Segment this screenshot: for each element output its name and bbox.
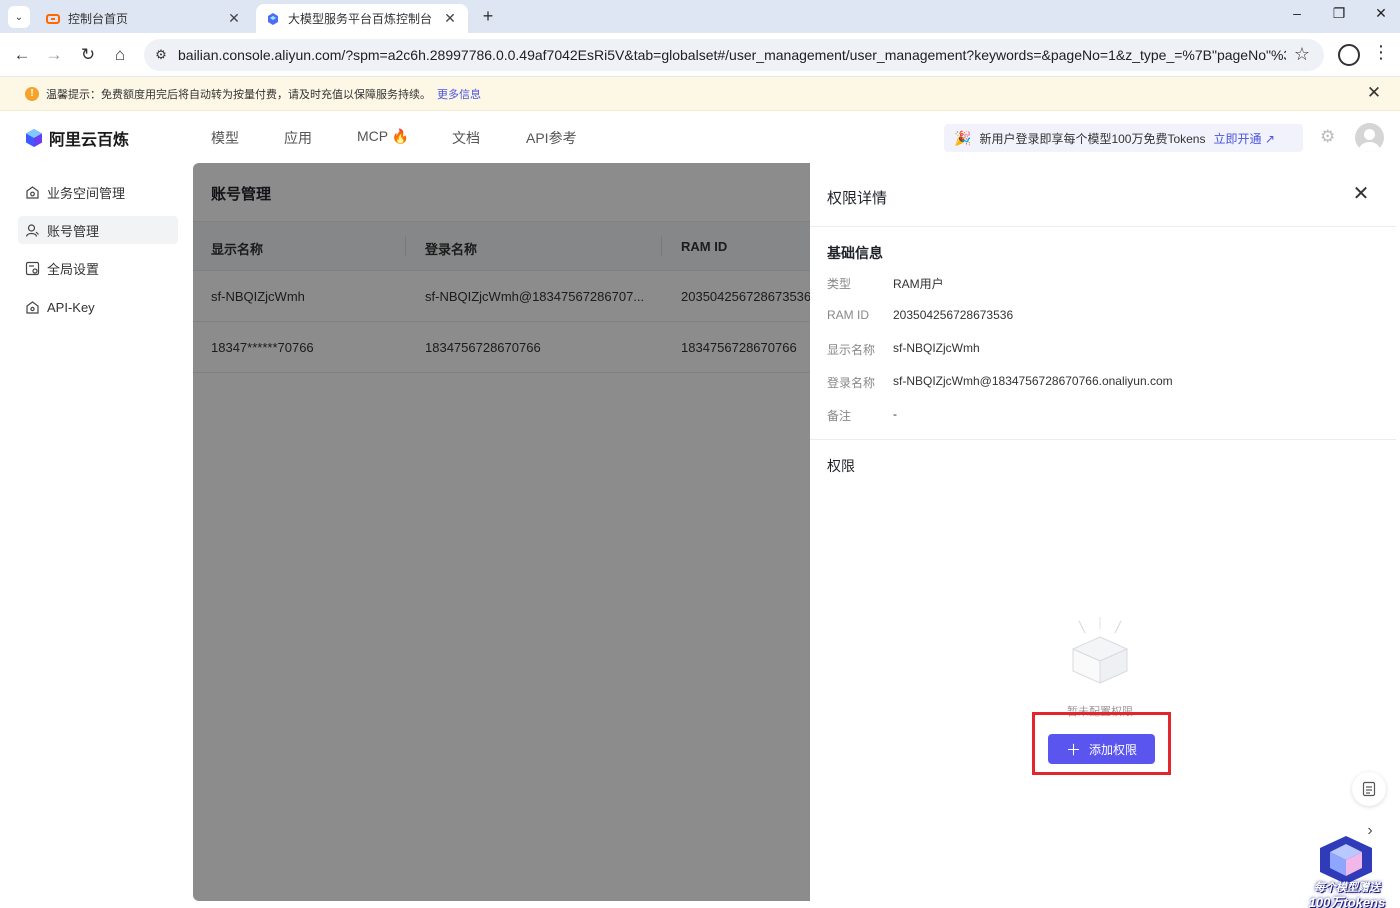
browser-tab-bailian-console[interactable]: 大模型服务平台百炼控制台 ✕	[256, 4, 468, 33]
settings-icon	[25, 261, 40, 275]
browser-tab-bar: ⌄ 控制台首页 ✕ 大模型服务平台百炼控制台 ✕ + – ❐ ✕	[0, 0, 1400, 33]
promo-activate-link[interactable]: 立即开通 ↗	[1213, 130, 1274, 147]
tab-title: 大模型服务平台百炼控制台	[288, 12, 433, 26]
sidebar-item-global-settings[interactable]: 全局设置	[18, 254, 178, 282]
field-label-display-name: 显示名称	[827, 343, 876, 357]
badge-text-line2: 100万tokens	[1308, 895, 1386, 908]
warning-icon: !	[25, 87, 39, 101]
address-bar[interactable]: ⚙ bailian.console.aliyun.com/?spm=a2c6h.…	[144, 39, 1324, 71]
document-icon	[1362, 781, 1376, 797]
gift-cube-icon	[1320, 836, 1372, 884]
bailian-logo-icon	[26, 129, 42, 147]
nav-mcp-label: MCP	[357, 128, 388, 144]
nav-docs[interactable]: 文档	[452, 128, 480, 148]
external-link-icon: ↗	[1264, 131, 1275, 146]
divider	[810, 439, 1396, 440]
floating-document-button[interactable]	[1352, 772, 1386, 806]
field-label-type: 类型	[827, 277, 852, 291]
back-arrow-icon[interactable]: ←	[10, 43, 34, 67]
tab-search-chevron-icon[interactable]: ⌄	[8, 6, 30, 28]
sidebar-item-label: 全局设置	[47, 261, 100, 277]
minimize-button[interactable]: –	[1283, 5, 1311, 21]
sidebar-item-workspace[interactable]: 业务空间管理	[18, 178, 178, 206]
notice-message: 温馨提示：免费额度用完后将自动转为按量付费，请及时充值以保障服务持续。 更多信息	[46, 86, 481, 102]
sidebar: 业务空间管理 账号管理 全局设置 API-Key	[0, 163, 192, 908]
divider	[810, 226, 1396, 227]
bookmark-star-icon[interactable]: ☆	[1294, 44, 1310, 65]
home-icon[interactable]: ⌂	[108, 43, 132, 67]
browser-profile-icon[interactable]	[1338, 44, 1360, 66]
promo-link-label: 立即开通	[1213, 131, 1262, 146]
user-icon	[25, 223, 39, 237]
add-permission-label: 添加权限	[1089, 742, 1138, 757]
url-text[interactable]: bailian.console.aliyun.com/?spm=a2c6h.28…	[178, 47, 1286, 63]
restore-button[interactable]: ❐	[1325, 5, 1353, 22]
field-label-remark: 备注	[827, 409, 852, 423]
nav-models[interactable]: 模型	[211, 128, 239, 148]
notice-bar: ! 温馨提示：免费额度用完后将自动转为按量付费，请及时充值以保障服务持续。 更多信…	[0, 77, 1400, 111]
nav-api-reference[interactable]: API参考	[526, 128, 577, 148]
new-tab-button[interactable]: +	[478, 6, 498, 27]
key-icon	[26, 300, 39, 314]
sidebar-item-label: API-Key	[47, 299, 95, 315]
sidebar-item-label: 业务空间管理	[47, 185, 126, 201]
promo-banner[interactable]: 🎉 新用户登录即享每个模型100万免费Tokens 立即开通 ↗	[944, 124, 1303, 152]
field-value-login-name: sf-NBQIZjcWmh@1834756728670766.onaliyun.…	[893, 374, 1173, 388]
reload-icon[interactable]: ↻	[76, 43, 100, 67]
drawer-title: 权限详情	[827, 190, 888, 207]
basic-info-title: 基础信息	[827, 245, 883, 261]
user-avatar[interactable]	[1355, 123, 1384, 152]
promo-text: 新用户登录即享每个模型100万免费Tokens	[979, 131, 1206, 146]
site-info-icon[interactable]: ⚙	[152, 46, 170, 64]
field-value-remark: -	[893, 407, 897, 421]
fire-icon: 🔥	[391, 128, 410, 144]
forward-arrow-icon[interactable]: →	[42, 43, 66, 67]
browser-tab-console-home[interactable]: 控制台首页 ✕	[36, 4, 252, 33]
aliyun-favicon-icon	[46, 13, 60, 24]
field-value-type: RAM用户	[893, 277, 944, 291]
nav-apps[interactable]: 应用	[284, 128, 312, 148]
field-label-ram-id: RAM ID	[827, 308, 869, 322]
app-header: 阿里云百炼 模型 应用 MCP 🔥 文档 API参考 🎉 新用户登录即享每个模型…	[0, 111, 1400, 163]
notice-close-icon[interactable]: ✕	[1365, 83, 1383, 103]
logo-text: 阿里云百炼	[49, 132, 130, 149]
notice-text: 温馨提示：免费额度用完后将自动转为按量付费，请及时充值以保障服务持续。	[46, 89, 431, 101]
tab-title: 控制台首页	[68, 12, 129, 26]
field-value-ram-id: 203504256728673536	[893, 308, 1014, 322]
drawer-close-icon[interactable]: ✕	[1350, 183, 1372, 205]
window-close-button[interactable]: ✕	[1367, 5, 1395, 22]
permission-detail-drawer: 权限详情 ✕ 基础信息 类型 RAM用户 RAM ID 203504256728…	[810, 163, 1396, 908]
tab-close-icon[interactable]: ✕	[442, 10, 458, 27]
browser-menu-icon[interactable]: ⋮	[1372, 42, 1390, 63]
permission-section-title: 权限	[827, 458, 855, 474]
sidebar-item-label: 账号管理	[47, 223, 100, 239]
settings-gear-icon[interactable]: ⚙	[1320, 127, 1335, 147]
add-permission-button[interactable]: ＋ 添加权限	[1048, 734, 1155, 764]
party-popper-icon: 🎉	[954, 129, 972, 146]
free-tokens-badge[interactable]: 每个模型赠送 100万tokens	[1302, 832, 1392, 908]
sidebar-item-account[interactable]: 账号管理	[18, 216, 178, 244]
workspace-icon	[26, 185, 39, 199]
sidebar-item-api-key[interactable]: API-Key	[18, 293, 178, 321]
field-value-display-name: sf-NBQIZjcWmh	[893, 341, 980, 355]
bailian-favicon-icon	[268, 12, 278, 25]
field-label-login-name: 登录名称	[827, 376, 876, 390]
plus-icon: ＋	[1065, 741, 1081, 759]
nav-mcp[interactable]: MCP 🔥	[357, 128, 409, 145]
notice-more-link[interactable]: 更多信息	[437, 89, 481, 101]
drawer-overlay-mask[interactable]	[193, 163, 810, 901]
empty-box-icon	[1071, 617, 1129, 684]
browser-toolbar: ← → ↻ ⌂ ⚙ bailian.console.aliyun.com/?sp…	[0, 33, 1400, 77]
tab-close-icon[interactable]: ✕	[226, 10, 242, 27]
logo[interactable]: 阿里云百炼	[24, 126, 129, 150]
